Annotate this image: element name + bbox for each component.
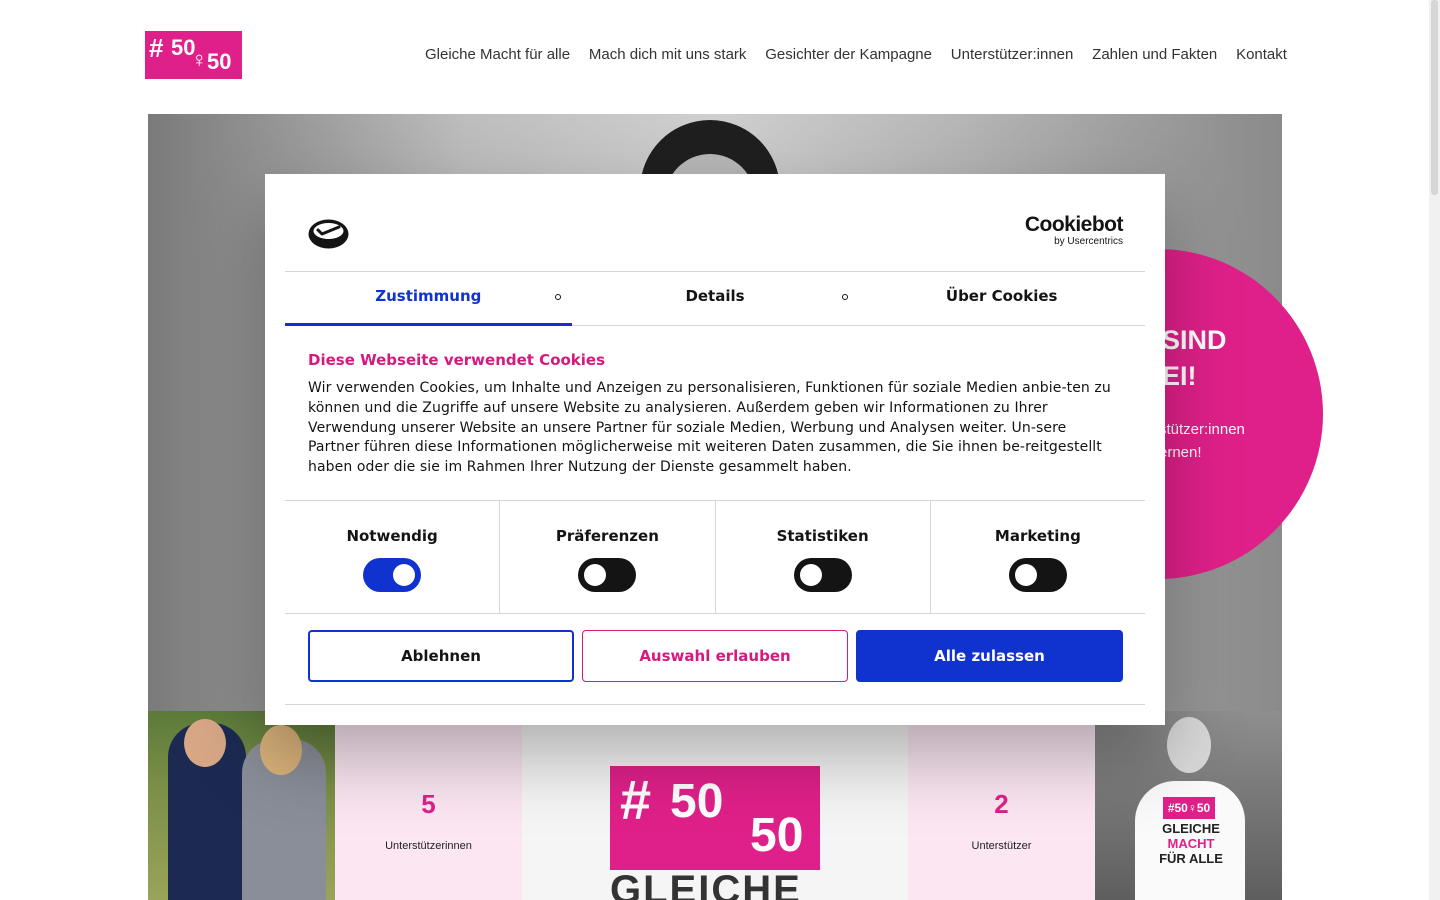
cookiebot-logo-icon [308,219,349,249]
category-praeferenzen: Präferenzen [500,501,716,613]
cookie-category-toggles: Notwendig Präferenzen Statistiken Market… [285,500,1145,614]
cookiebot-brand[interactable]: Cookiebot by Usercentrics [1024,213,1124,248]
category-notwendig: Notwendig [285,501,501,613]
cookiebot-brand-sub: by Usercentrics [1054,236,1123,247]
cookie-dialog-description: Wir verwenden Cookies, um Inhalte und An… [308,380,1111,476]
category-label: Marketing [994,527,1081,545]
cookie-dialog-title: Diese Webseite verwendet Cookies [308,351,606,369]
cookie-consent-dialog: Cookiebot by Usercentrics Zustimmung Det… [265,174,1165,725]
toggle-knob [1014,564,1037,586]
category-label: Notwendig [346,527,438,545]
allow-all-button[interactable]: Alle zulassen [856,630,1123,682]
dialog-divider [285,704,1145,705]
tab-zustimmung[interactable]: Zustimmung [285,272,572,326]
category-label: Statistiken [776,527,869,545]
tab-separator-dot [842,294,848,300]
category-statistiken: Statistiken [716,501,931,613]
tab-details[interactable]: Details [572,272,859,325]
toggle-knob [799,564,822,586]
cookiebot-brand-name: Cookiebot [1024,213,1124,236]
toggle-marketing[interactable] [1008,558,1067,592]
toggle-knob [584,564,607,586]
tab-ueber-cookies[interactable]: Über Cookies [858,272,1145,325]
tab-separator-dot [555,294,561,300]
toggle-praeferenzen[interactable] [578,558,637,592]
toggle-statistiken[interactable] [793,558,852,592]
deny-button[interactable]: Ablehnen [308,630,574,682]
cookie-tabs: Zustimmung Details Über Cookies [285,271,1145,326]
category-marketing: Marketing [931,501,1145,613]
toggle-notwendig[interactable] [363,558,422,592]
toggle-knob [393,564,416,586]
allow-selection-button[interactable]: Auswahl erlauben [582,630,848,682]
category-label: Präferenzen [555,527,659,545]
